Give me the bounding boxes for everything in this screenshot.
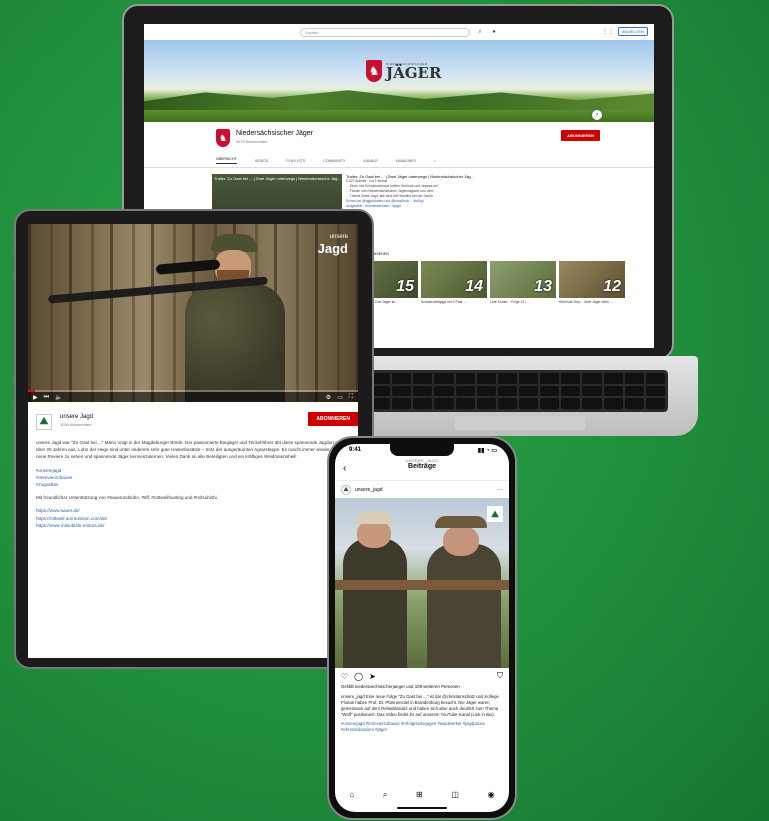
search-input[interactable]: Suchen <box>300 27 470 37</box>
channel-header: ♞ Niedersächsischer Jäger 4670 Abonnente… <box>144 122 654 154</box>
shield-icon: ♞ <box>366 60 382 82</box>
add-post-icon[interactable]: ⊞ <box>416 790 423 804</box>
comment-icon[interactable]: ◯ <box>354 672 363 681</box>
tab-about[interactable]: KANALINFO <box>396 159 416 163</box>
featured-desc-hashtags[interactable]: #zugastbei · #niedersachsen · #jagd <box>346 204 476 209</box>
search-icon[interactable]: ⌕ <box>476 28 484 36</box>
support-text: Mit freundlicher Unterstützung von #saue… <box>36 495 218 501</box>
video-thumbnail[interactable]: 13 <box>490 261 556 298</box>
featured-video-description: Trailer: Zu Gast bei ... | Zwei Jäger un… <box>346 174 476 209</box>
external-link[interactable]: https://www.mitsubishi-motors.de/ <box>36 522 350 529</box>
instagram-post-page: 9:41 ▮▮ ◔ ▭ ‹ UNSERE_JAGD Beiträge ⛰ uns… <box>335 444 509 812</box>
bookmark-icon[interactable]: ⛉ <box>497 671 503 681</box>
next-icon[interactable]: ⏭ <box>44 394 49 401</box>
profile-icon[interactable]: ◉ <box>488 790 495 804</box>
external-link[interactable]: https://rottweil-ammunition.com/de/ <box>36 515 350 522</box>
post-avatar[interactable]: ⛰ <box>341 484 351 495</box>
product-mockup: Suchen ⌕ ● ⋮⋮ ANMELDEN ♞ NIEDERSÄCHSISCH… <box>0 0 769 821</box>
tab-videos[interactable]: VIDEOS <box>255 159 269 163</box>
video-description: unsere Jagd war "Zu Gast bei ..." Mario … <box>36 439 350 529</box>
episode-number: 14 <box>465 278 483 295</box>
featured-video-overlay-title: Trailer: Zu Gast bei ... | Zwei Jäger un… <box>214 176 341 181</box>
video-still-hunter <box>163 234 285 402</box>
episode-number: 13 <box>534 278 552 295</box>
search-icon[interactable]: ⌕ <box>434 159 436 163</box>
channel-name: Niedersächsischer Jäger <box>236 130 314 137</box>
caption-text: unsere_jagd Eine neue Folge "Zu Gast bei… <box>341 694 499 717</box>
video-card[interactable]: 13 Lore Kohler... Folge 13 | ... <box>490 261 556 304</box>
volume-icon[interactable]: 🔈 <box>55 394 62 401</box>
subscriber-count: 3030 Abonnenten <box>60 422 92 427</box>
caption-hashtags[interactable]: #unserejagd #imrevierzuhause #erfolgreic… <box>341 721 503 733</box>
external-link[interactable]: https://www.sauer.de/ <box>36 507 350 514</box>
channel-avatar[interactable]: ⛰ <box>36 414 52 430</box>
home-indicator <box>397 807 447 809</box>
header-title: Beiträge <box>407 463 436 470</box>
more-options-icon[interactable]: ··· <box>497 487 503 493</box>
post-actions: ♡ ◯ ➤ ⛉ <box>335 668 509 684</box>
laptop-touchpad <box>455 416 585 430</box>
video-controls: ▶ ⏭ 🔈 ⚙ ▭ ⛶ <box>28 392 358 402</box>
subscribe-button[interactable]: ABONNIEREN <box>308 412 358 426</box>
video-player[interactable]: unsere Jagd ▶ ⏭ 🔈 ⚙ ▭ ⛶ <box>28 224 358 402</box>
watermark-big: Jagd <box>317 241 348 256</box>
post-username[interactable]: unsere_jagd <box>355 487 493 493</box>
youtube-topbar: Suchen ⌕ ● ⋮⋮ ANMELDEN <box>144 24 654 40</box>
post-header: ⛰ unsere_jagd ··· <box>335 480 509 498</box>
phone-notch <box>390 444 454 456</box>
search-icon[interactable]: ⌕ <box>383 790 387 804</box>
captions-icon[interactable]: ▭ <box>337 394 343 401</box>
video-thumbnail[interactable]: 14 <box>421 261 487 298</box>
description-text: unsere Jagd war "Zu Gast bei ..." Mario … <box>36 440 347 460</box>
channel-banner: ♞ NIEDERSÄCHSISCHER JÄGER <box>144 40 654 122</box>
video-card[interactable]: 14 Schwarzwildjagd mit 3 Paar ... <box>421 261 487 304</box>
post-image[interactable]: ⛰ <box>335 498 509 668</box>
heart-icon[interactable]: ♡ <box>341 672 348 681</box>
episode-number: 12 <box>603 278 621 295</box>
laptop-keyboard <box>368 370 668 412</box>
channel-avatar[interactable]: ♞ <box>216 129 230 147</box>
video-card[interactable]: 12 Reinhold Zerp... Zwei Jäger beim ... <box>559 261 625 304</box>
tab-channels[interactable]: KANÄLE <box>363 159 377 163</box>
instagram-header: ‹ UNSERE_JAGD Beiträge <box>335 458 509 480</box>
video-thumbnail[interactable]: 12 <box>559 261 625 298</box>
microphone-icon[interactable]: ● <box>490 28 498 36</box>
tab-overview[interactable]: ÜBERSICHT <box>216 157 237 164</box>
status-time: 9:41 <box>349 447 362 453</box>
bottom-navigation: ⌂ ⌕ ⊞ ◫ ◉ <box>335 790 509 804</box>
fullscreen-icon[interactable]: ⛶ <box>349 394 353 401</box>
play-icon[interactable]: ▶ <box>33 394 38 401</box>
channel-tabs: ÜBERSICHT VIDEOS PLAYLISTS COMMUNITY KAN… <box>144 154 654 168</box>
home-icon[interactable]: ⌂ <box>349 790 354 804</box>
jaeger-logo: ♞ NIEDERSÄCHSISCHER JÄGER <box>366 60 441 82</box>
video-info: ⛰ unsere Jagd 3030 Abonnenten ABONNIEREN… <box>28 402 358 529</box>
episode-number: 15 <box>396 278 414 295</box>
back-arrow-icon[interactable]: ‹ <box>343 463 346 474</box>
settings-icon[interactable]: ⚙ <box>326 394 331 401</box>
video-title[interactable]: Schwarzwildjagd mit 3 Paar ... <box>421 300 487 304</box>
subscriber-count: 4670 Abonnenten <box>236 139 268 144</box>
unsere-jagd-watermark: unsere Jagd <box>317 232 348 256</box>
shop-icon[interactable]: ◫ <box>451 790 459 804</box>
tab-playlists[interactable]: PLAYLISTS <box>286 159 305 163</box>
banner-title: JÄGER <box>386 64 442 82</box>
hashtag-link[interactable]: #zugastbei <box>36 481 350 488</box>
post-caption: unsere_jagd Eine neue Folge "Zu Gast bei… <box>335 690 509 737</box>
channel-name[interactable]: unsere Jagd <box>60 414 350 420</box>
signal-battery-icon: ▮▮ ◔ ▭ <box>477 448 497 454</box>
video-title[interactable]: Reinhold Zerp... Zwei Jäger beim ... <box>559 300 625 304</box>
subscribe-button[interactable]: ABONNIEREN <box>561 130 600 141</box>
unsere-jagd-logo: ⛰ <box>487 506 503 522</box>
youtube-video-page: unsere Jagd ▶ ⏭ 🔈 ⚙ ▭ ⛶ ⛰ unsere Jagd 30… <box>28 224 358 658</box>
apps-grid-icon[interactable]: ⋮⋮ <box>602 28 614 35</box>
video-shelf: 15 Zu Gast bei... | Drei Jäger im ... 14… <box>352 261 625 304</box>
hashtag-link[interactable]: #unserejagd <box>36 467 350 474</box>
video-title[interactable]: Lore Kohler... Folge 13 | ... <box>490 300 556 304</box>
signin-button[interactable]: ANMELDEN <box>617 27 648 36</box>
hashtag-link[interactable]: #imrevierzuhause <box>36 474 350 481</box>
chevron-right-icon[interactable]: › <box>592 110 602 120</box>
share-icon[interactable]: ➤ <box>369 672 376 681</box>
tab-community[interactable]: COMMUNITY <box>323 159 345 163</box>
